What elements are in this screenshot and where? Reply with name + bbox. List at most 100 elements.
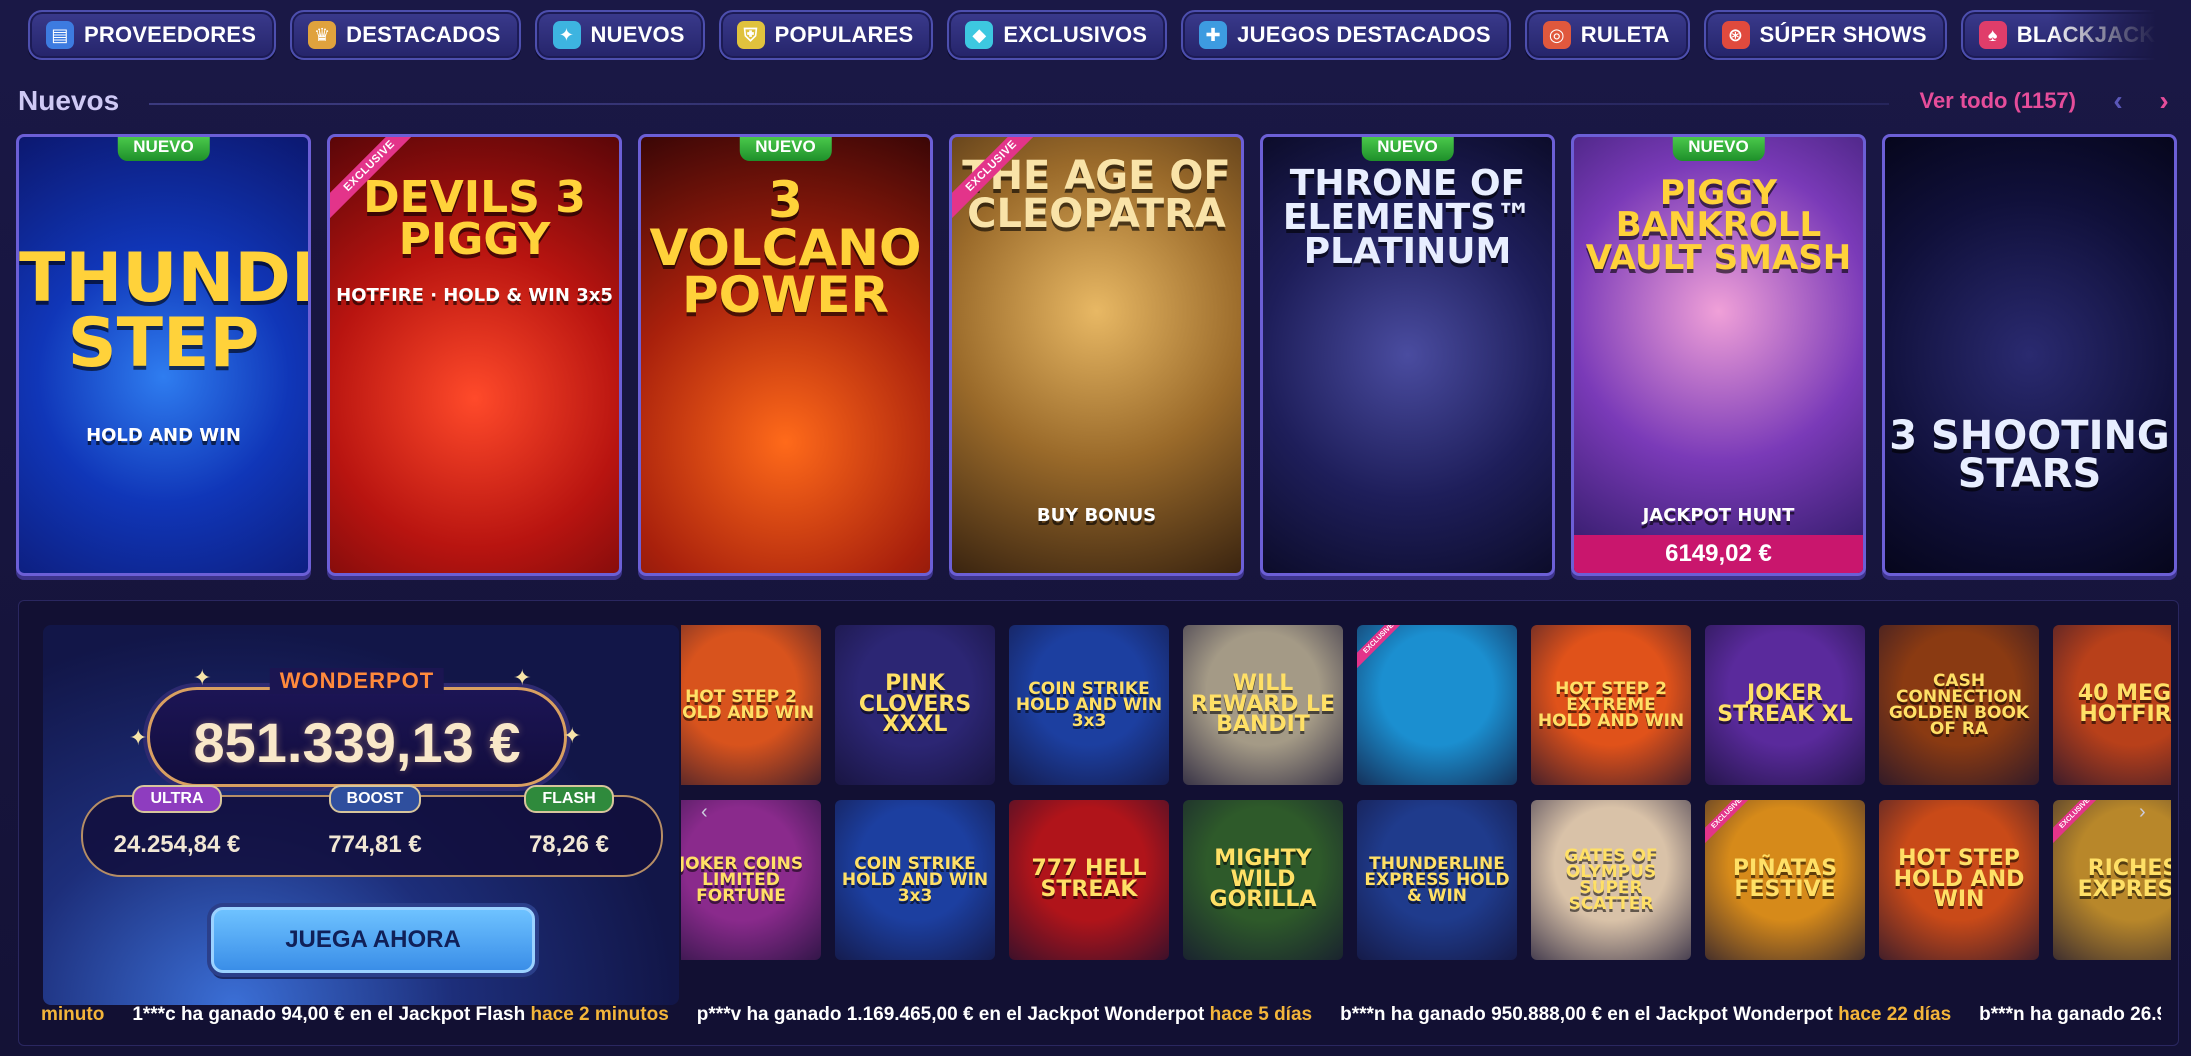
category-populares[interactable]: ⛨ POPULARES — [718, 10, 934, 60]
prev-arrow-icon[interactable]: ‹ — [2104, 85, 2132, 117]
view-all-link[interactable]: Ver todo (1157) — [1919, 88, 2076, 114]
tier-value: 24.254,84 € — [113, 831, 241, 858]
game-tile[interactable]: HOT STEP 2 HOLD AND WIN — [681, 625, 821, 785]
game-tile[interactable]: CASH CONNECTION GOLDEN BOOK OF RA — [1879, 625, 2039, 785]
wonderpot-label: WONDERPOT — [269, 668, 445, 694]
diamond-icon: ◆ — [965, 21, 994, 49]
game-tile[interactable]: THUNDERLINE EXPRESS HOLD & WIN — [1357, 800, 1517, 960]
ticker-time: hace 22 días — [1838, 1004, 1952, 1025]
category-label: JUEGOS DESTACADOS — [1237, 22, 1491, 47]
tier-label: BOOST — [328, 785, 422, 813]
tile-title: JOKER STREAK XL — [1717, 681, 1853, 727]
game-title: 3 VOLCANO POWER — [649, 171, 922, 324]
new-badge: NUEVO — [1672, 137, 1765, 161]
ticker-text: ha ganado 26.912,00 € en el Jackpot — [2029, 1004, 2161, 1025]
ticker-winner: b***n — [1979, 1004, 2025, 1025]
ticker-item: p***v ha ganado 1.169.465,00 € en el Jac… — [697, 1004, 1312, 1026]
game-tile[interactable]: COIN STRIKE HOLD AND WIN 3x3 — [835, 800, 995, 960]
section-header: Nuevos Ver todo (1157) ‹ › — [18, 80, 2178, 122]
tile-title: GATES OF OLYMPUS SUPER SCATTER — [1564, 845, 1658, 915]
game-tile[interactable]: EXCLUSIVE RICHES EXPRESS — [2053, 800, 2171, 960]
ticker-time: hace 2 minutos — [530, 1004, 669, 1025]
game-card[interactable]: EXCLUSIVE DEVILS 3 PIGGY HOTFIRE · HOLD & … — [327, 134, 622, 576]
category-label: POPULARES — [774, 22, 914, 47]
game-title: PIGGY BANKROLL VAULT SMASH — [1585, 173, 1852, 278]
tile-title: RICHES EXPRESS — [2077, 856, 2171, 902]
category-label: EXCLUSIVOS — [1003, 22, 1148, 47]
wonderpot-widget: WONDERPOT 851.339,13 € ✦ ✦ ✦ ✦ ULTRA 24.2… — [43, 625, 679, 1005]
ticker-item: b***n ha ganado 950.888,00 € en el Jackp… — [1340, 1004, 1951, 1026]
category-destacados[interactable]: ♛ DESTACADOS — [290, 10, 521, 60]
tile-title: PIÑATAS FESTIVE — [1732, 856, 1838, 902]
tile-title: MIGHTY WILD GORILLA — [1209, 845, 1317, 913]
jackpot-tier-boost: BOOST 774,81 € — [305, 785, 445, 859]
tile-title: HOT STEP HOLD AND WIN — [1893, 845, 2025, 913]
category-ruleta[interactable]: ◎ RULETA — [1524, 10, 1690, 60]
next-arrow-icon[interactable]: › — [2150, 85, 2178, 117]
game-tile[interactable]: EXCLUSIVE — [1357, 625, 1517, 785]
new-games-carousel: NUEVO THUNDER STEP HOLD AND WIN EXCLUSIVEDE… — [16, 134, 2191, 580]
roulette-icon: ◎ — [1542, 21, 1571, 49]
game-subtitle: HOTFIRE · HOLD & WIN 3x5 — [336, 285, 613, 306]
game-subtitle: BUY BONUS — [1036, 505, 1157, 526]
game-card[interactable]: NUEVO THUNDER STEP HOLD AND WIN — [16, 134, 311, 576]
game-tile[interactable]: EXCLUSIVE PIÑATAS FESTIVE — [1705, 800, 1865, 960]
category-nuevos[interactable]: ✦ NUEVOS — [534, 10, 705, 60]
game-tile[interactable]: HOT STEP HOLD AND WIN — [1879, 800, 2039, 960]
category-exclusivos[interactable]: ◆ EXCLUSIVOS — [947, 10, 1168, 60]
game-tile[interactable]: WILL REWARD LE BANDIT — [1183, 625, 1343, 785]
jackpot-tiers: ULTRA 24.254,84 € BOOST 774,81 € FLASH 78,26 … — [81, 785, 663, 877]
ticker-text: ha ganado 1.169.465,00 € en el Jackpot W… — [746, 1004, 1205, 1025]
sparkle-icon: ✦ — [552, 21, 581, 49]
game-tile[interactable]: HOT STEP 2 EXTREME HOLD AND WIN — [1531, 625, 1691, 785]
grid-prev-icon[interactable]: ‹ — [701, 801, 708, 824]
jackpot-panel: WONDERPOT 851.339,13 € ✦ ✦ ✦ ✦ ULTRA 24.2… — [18, 600, 2179, 1046]
game-tile[interactable]: COIN STRIKE HOLD AND WIN 3x3 — [1009, 625, 1169, 785]
ticker-winner: p***v — [696, 1004, 742, 1025]
game-tile[interactable]: JOKER COINS LIMITED FORTUNE — [681, 800, 821, 960]
game-tile[interactable]: PINK CLOVERS XXXL — [835, 625, 995, 785]
category-label: NUEVOS — [590, 22, 685, 47]
game-tile[interactable]: JOKER STREAK XL — [1705, 625, 1865, 785]
category-proveedores[interactable]: ▤ PROVEEDORES — [28, 10, 277, 60]
game-card[interactable]: NUEVO PIGGY BANKROLL VAULT SMASH JACKPOT H… — [1571, 134, 1866, 576]
category-s-per-shows[interactable]: ⊛ SÚPER SHOWS — [1703, 10, 1947, 60]
wonderpot-frame: WONDERPOT 851.339,13 € — [147, 668, 567, 787]
game-subtitle: HOLD AND WIN — [86, 425, 241, 446]
ticker-text: ha ganado 94,00 € en el Jackpot Flash — [180, 1004, 526, 1025]
play-now-button[interactable]: JUEGA AHORA — [211, 907, 535, 973]
tile-title: CASH CONNECTION GOLDEN BOOK OF RA — [1888, 670, 2030, 740]
game-tile[interactable]: 40 MEGA HOTFIRE — [2053, 625, 2171, 785]
shield-icon: ⛨ — [736, 21, 765, 49]
ticker-text: ha ganado 950.888,00 € en el Jackpot Won… — [1390, 1004, 1833, 1025]
game-card[interactable]: 3 SHOOTING STARS — [1882, 134, 2177, 576]
game-tile[interactable]: 777 HELL STREAK — [1009, 800, 1169, 960]
game-title: 3 SHOOTING STARS — [1889, 413, 2170, 497]
ticker-winner: 1***c — [132, 1004, 176, 1025]
tile-title: THUNDERLINE EXPRESS HOLD & WIN — [1364, 853, 1510, 907]
tier-label: FLASH — [524, 785, 614, 813]
cards-icon: ♠ — [1978, 21, 2007, 49]
ticker-item: minuto — [41, 1004, 104, 1026]
tile-title: COIN STRIKE HOLD AND WIN 3x3 — [841, 853, 989, 907]
exclusive-ribbon: EXCLUSIVE — [1705, 800, 1761, 847]
grid-next-icon[interactable]: › — [2139, 801, 2146, 824]
new-badge: NUEVO — [739, 137, 832, 161]
plus-star-icon: ✚ — [1199, 21, 1228, 49]
game-card[interactable]: NUEVO 3 VOLCANO POWER — [638, 134, 933, 576]
tier-value: 78,26 € — [528, 831, 610, 858]
category-label: PROVEEDORES — [84, 22, 257, 47]
game-tile[interactable]: GATES OF OLYMPUS SUPER SCATTER — [1531, 800, 1691, 960]
sparkle-icon: ✦ — [513, 665, 532, 690]
winners-ticker: minuto 1***c ha ganado 94,00 € en el Jack… — [41, 995, 2161, 1035]
category-juegos-destacados[interactable]: ✚ JUEGOS DESTACADOS — [1181, 10, 1511, 60]
ticker-winner: b***n — [1340, 1004, 1386, 1025]
tier-label: ULTRA — [132, 785, 222, 813]
game-card[interactable]: EXCLUSIVE THE AGE OF CLEOPATRA BUY BONUS — [949, 134, 1244, 576]
ticker-time: minuto — [41, 1004, 105, 1025]
tier-value: 774,81 € — [328, 831, 422, 858]
category-bar: ▤ PROVEEDORES ♛ DESTACADOS ✦ NUEVOS ⛨ POPULARES… — [28, 10, 2168, 60]
game-tile[interactable]: MIGHTY WILD GORILLA — [1183, 800, 1343, 960]
game-card[interactable]: NUEVO THRONE OF ELEMENTS™ PLATINUM — [1260, 134, 1555, 576]
sparkle-icon: ✦ — [193, 665, 212, 690]
